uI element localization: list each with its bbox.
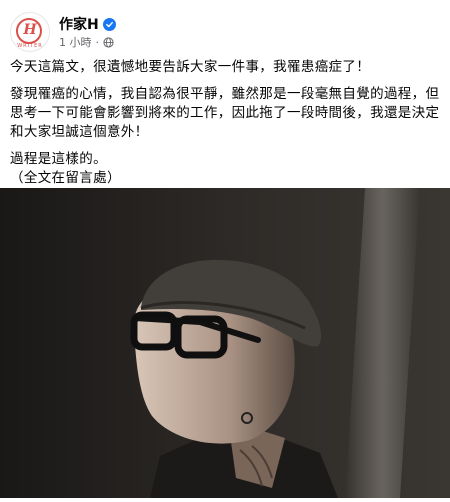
post-paragraph-1: 今天這篇文，很遺憾地要告訴大家一件事，我罹患癌症了！	[10, 59, 371, 75]
post-text: 今天這篇文，很遺憾地要告訴大家一件事，我罹患癌症了！ 發現罹癌的心情，我自認為很…	[10, 58, 442, 196]
public-globe-icon	[103, 36, 114, 48]
post-meta: 作家H 1 小時 ·	[59, 14, 116, 50]
post-paragraph-2: 發現罹癌的心情，我自認為很平靜，雖然那是一段毫無自覺的過程，但 思考一下可能會影…	[10, 86, 440, 140]
avatar[interactable]: H WRITER	[10, 12, 50, 52]
author-row: 作家H	[59, 14, 116, 34]
verified-badge-icon	[102, 17, 116, 31]
author-name[interactable]: 作家H	[59, 14, 99, 34]
post-photo[interactable]	[0, 188, 450, 498]
post-header: H WRITER 作家H 1 小時 ·	[10, 10, 116, 54]
timestamp-row: 1 小時 ·	[59, 34, 116, 50]
timestamp[interactable]: 1 小時	[59, 34, 92, 50]
separator-dot: ·	[95, 35, 100, 49]
post-paragraph-3: 過程是這樣的。 （全文在留言處）	[10, 151, 121, 186]
logo-subtext: WRITER	[17, 43, 43, 49]
portrait-photo-icon	[0, 188, 450, 498]
logo-letter: H	[23, 22, 37, 38]
facebook-post: H WRITER 作家H 1 小時 · 今天這篇文，很遺憾地要告訴大家一件事，我…	[0, 0, 450, 498]
